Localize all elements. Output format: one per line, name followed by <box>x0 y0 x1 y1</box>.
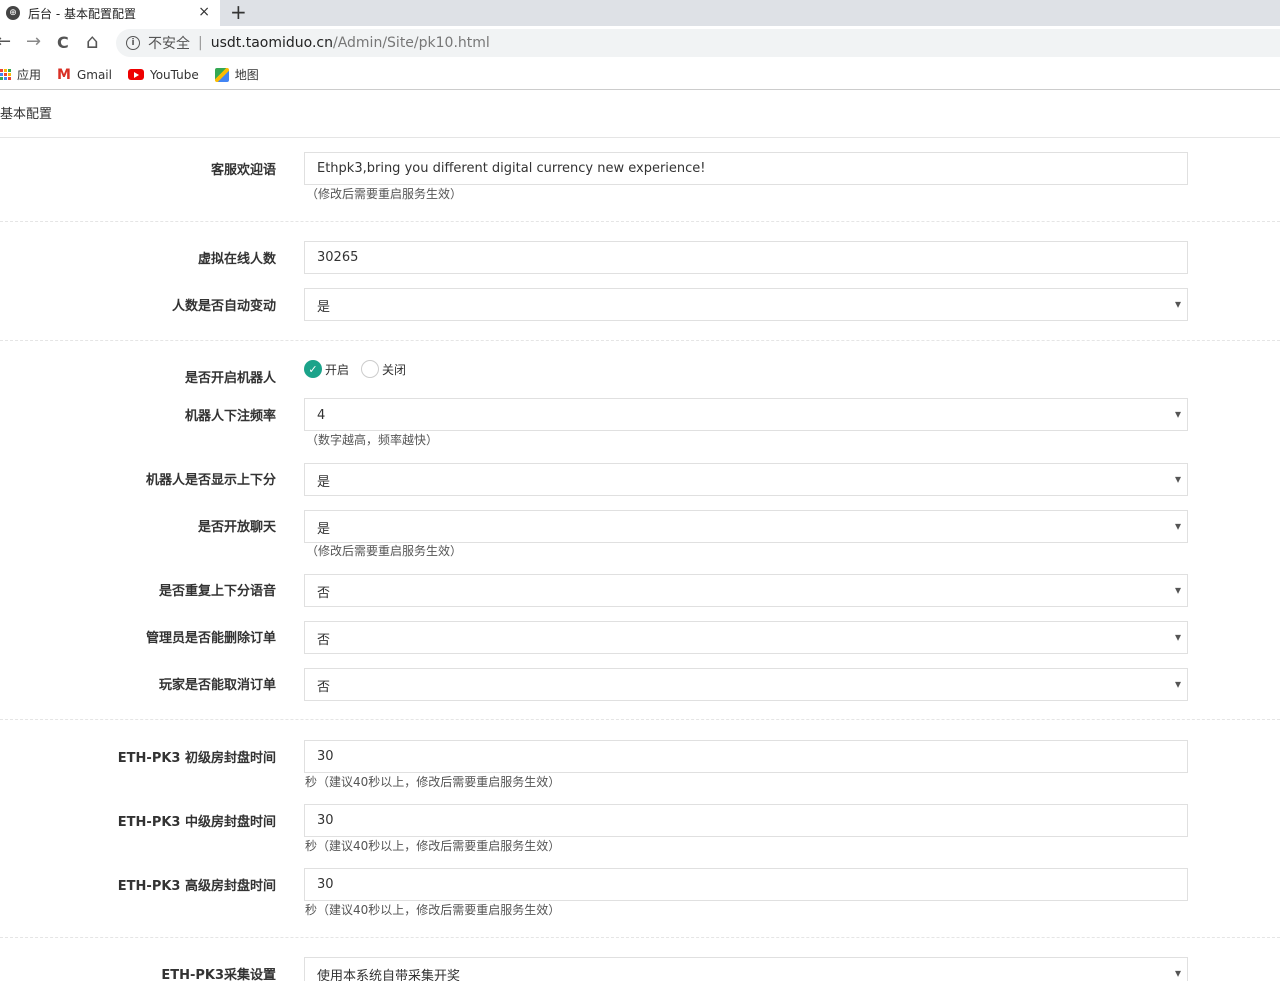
robot-freq-select[interactable]: 4 <box>304 398 1188 431</box>
virtual-online-input[interactable]: 30265 <box>304 241 1188 274</box>
collect-value: 使用本系统自带采集开奖 <box>317 969 461 981</box>
close-tab-icon[interactable]: × <box>198 4 210 20</box>
chat-open-select[interactable]: 是 <box>304 510 1188 543</box>
robot-freq-label: 机器人下注频率 <box>184 409 276 424</box>
home-icon[interactable]: ⌂ <box>86 29 99 53</box>
insecure-label: 不安全 <box>148 36 190 52</box>
back-icon[interactable]: ← <box>0 31 11 52</box>
apps-icon <box>0 69 11 80</box>
bookmark-gmail[interactable]: M Gmail <box>57 67 112 83</box>
section-robot: 是否开启机器人 ✓ 开启 关闭 机器人下注频率 4 （数字越高，频率越快） 机器… <box>0 341 1280 720</box>
browser-tab-bar: ⊕ 后台 - 基本配置配置 × + <box>0 0 1280 26</box>
bookmark-maps[interactable]: 地图 <box>214 66 259 83</box>
gmail-icon: M <box>57 66 71 83</box>
address-bar[interactable]: i 不安全 | usdt.taomiduo.cn /Admin/Site/pk1… <box>116 29 1280 57</box>
browser-toolbar: ← → C ⌂ i 不安全 | usdt.taomiduo.cn /Admin/… <box>0 26 1280 60</box>
robot-freq-note: （数字越高，频率越快） <box>306 433 439 447</box>
robot-enable-label: 是否开启机器人 <box>184 371 276 386</box>
forward-icon[interactable]: → <box>26 31 41 52</box>
middle-close-label: ETH-PK3 中级房封盘时间 <box>117 815 276 830</box>
bookmark-label: 地图 <box>234 68 259 82</box>
url-host: usdt.taomiduo.cn <box>210 35 333 51</box>
admin-delete-label: 管理员是否能删除订单 <box>145 631 276 646</box>
repeat-voice-select[interactable]: 否 <box>304 574 1188 607</box>
robot-show-score-label: 机器人是否显示上下分 <box>145 473 276 488</box>
player-cancel-label: 玩家是否能取消订单 <box>158 678 276 693</box>
robot-on-radio[interactable]: ✓ 开启 <box>304 360 349 378</box>
junior-close-note: 秒（建议40秒以上，修改后需要重启服务生效） <box>305 775 561 789</box>
url-separator: | <box>198 35 203 51</box>
chat-open-label: 是否开放聊天 <box>197 520 276 535</box>
robot-show-score-value: 是 <box>317 475 331 490</box>
bookmark-label: YouTube <box>149 67 199 82</box>
browser-tab[interactable]: ⊕ 后台 - 基本配置配置 × <box>0 0 220 26</box>
junior-close-input[interactable]: 30 <box>304 740 1188 773</box>
chat-open-value: 是 <box>317 522 331 537</box>
collect-select[interactable]: 使用本系统自带采集开奖 <box>304 957 1188 981</box>
section-close-time: ETH-PK3 初级房封盘时间 30 秒（建议40秒以上，修改后需要重启服务生效… <box>0 720 1280 938</box>
admin-delete-select[interactable]: 否 <box>304 621 1188 654</box>
middle-close-note: 秒（建议40秒以上，修改后需要重启服务生效） <box>305 839 561 853</box>
welcome-input[interactable]: Ethpk3,bring you different digital curre… <box>304 152 1188 185</box>
player-cancel-value: 否 <box>317 680 331 695</box>
robot-off-label: 关闭 <box>382 362 407 377</box>
robot-off-radio[interactable]: 关闭 <box>361 360 406 378</box>
welcome-label: 客服欢迎语 <box>210 163 276 178</box>
bookmarks-bar: 应用 M Gmail YouTube 地图 <box>0 60 1280 90</box>
virtual-online-label: 虚拟在线人数 <box>197 252 276 267</box>
info-icon[interactable]: i <box>126 36 140 50</box>
middle-close-input[interactable]: 30 <box>304 804 1188 837</box>
radio-empty-icon <box>361 360 379 378</box>
url-path: /Admin/Site/pk10.html <box>332 35 490 51</box>
bookmark-label: Gmail <box>76 67 112 82</box>
robot-on-label: 开启 <box>325 362 350 377</box>
section-collect: ETH-PK3采集设置 使用本系统自带采集开奖 <box>0 938 1280 981</box>
junior-close-label: ETH-PK3 初级房封盘时间 <box>117 751 276 766</box>
player-cancel-select[interactable]: 否 <box>304 668 1188 701</box>
repeat-voice-value: 否 <box>317 586 331 601</box>
page-title: 基本配置 <box>0 92 1280 138</box>
auto-change-value: 是 <box>317 300 331 315</box>
section-welcome: 客服欢迎语 Ethpk3,bring you different digital… <box>0 138 1280 222</box>
reload-icon[interactable]: C <box>57 33 69 52</box>
auto-change-select[interactable]: 是 <box>304 288 1188 321</box>
chat-restart-note: （修改后需要重启服务生效） <box>306 544 463 558</box>
globe-icon: ⊕ <box>6 6 20 20</box>
senior-close-note: 秒（建议40秒以上，修改后需要重启服务生效） <box>305 903 561 917</box>
bookmark-apps[interactable]: 应用 <box>0 66 41 83</box>
tab-title: 后台 - 基本配置配置 <box>28 6 136 21</box>
auto-change-label: 人数是否自动变动 <box>171 299 276 314</box>
page-title-text: 基本配置 <box>0 107 53 122</box>
maps-icon <box>214 67 229 82</box>
repeat-voice-label: 是否重复上下分语音 <box>158 584 276 599</box>
admin-delete-value: 否 <box>317 633 331 648</box>
youtube-icon <box>127 69 144 80</box>
senior-close-label: ETH-PK3 高级房封盘时间 <box>117 879 276 894</box>
new-tab-button[interactable]: + <box>230 0 247 26</box>
bookmark-label: 应用 <box>17 68 42 82</box>
senior-close-input[interactable]: 30 <box>304 868 1188 901</box>
collect-label: ETH-PK3采集设置 <box>161 968 276 981</box>
check-icon: ✓ <box>304 360 322 378</box>
robot-freq-value: 4 <box>317 408 326 423</box>
bookmark-youtube[interactable]: YouTube <box>127 67 199 82</box>
section-online: 虚拟在线人数 30265 人数是否自动变动 是 <box>0 222 1280 341</box>
robot-show-score-select[interactable]: 是 <box>304 463 1188 496</box>
welcome-note: （修改后需要重启服务生效） <box>306 187 463 201</box>
